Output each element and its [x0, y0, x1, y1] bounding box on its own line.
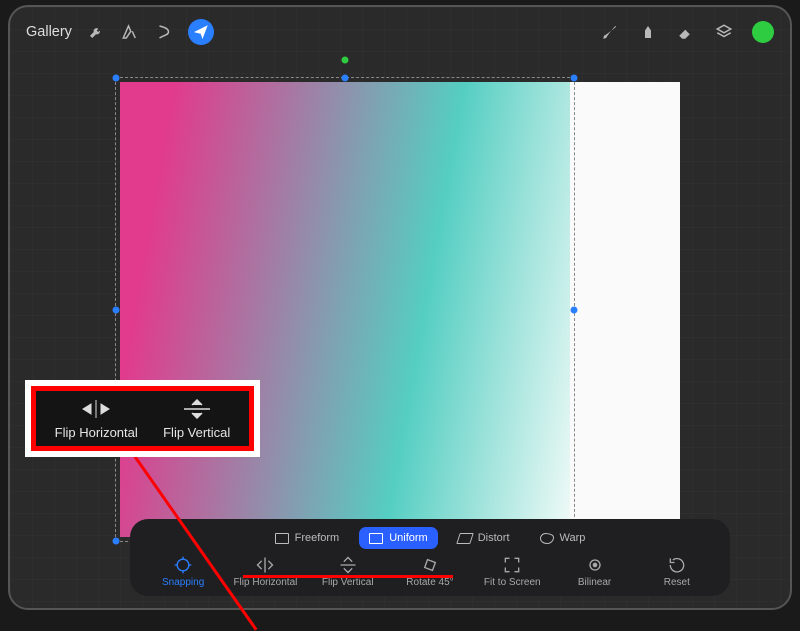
uniform-icon: [369, 533, 383, 544]
flip-horizontal-icon: [255, 557, 275, 573]
fit-to-screen-button[interactable]: Fit to Screen: [476, 557, 548, 588]
transform-panel: Freeform Uniform Distort Warp Snapping F…: [130, 519, 730, 596]
flip-horizontal-icon: [81, 399, 111, 419]
action-label: Fit to Screen: [484, 577, 541, 588]
callout-flip-horizontal: Flip Horizontal: [55, 399, 138, 440]
flip-vertical-icon: [182, 399, 212, 419]
device-frame: Gallery: [8, 5, 792, 610]
layers-icon[interactable]: [714, 22, 734, 42]
reset-button[interactable]: Reset: [641, 557, 713, 588]
mode-freeform[interactable]: Freeform: [265, 527, 350, 549]
adjust-icon[interactable]: [120, 22, 140, 42]
selection-handle[interactable]: [113, 306, 120, 313]
warp-icon: [540, 533, 554, 544]
rotation-handle[interactable]: [342, 57, 349, 64]
canvas[interactable]: [120, 82, 680, 537]
flip-vertical-icon: [338, 557, 358, 573]
bilinear-button[interactable]: Bilinear: [559, 557, 631, 588]
annotation-underline: [243, 575, 453, 578]
mode-uniform[interactable]: Uniform: [359, 527, 438, 549]
annotation-callout-inner: Flip Horizontal Flip Vertical: [31, 386, 254, 451]
selection-handle[interactable]: [113, 538, 120, 545]
gallery-button[interactable]: Gallery: [26, 24, 72, 40]
flip-vertical-button[interactable]: Flip Vertical: [312, 557, 384, 588]
mode-label: Uniform: [389, 532, 428, 544]
selection-icon[interactable]: [154, 22, 174, 42]
action-label: Flip Horizontal: [233, 577, 297, 588]
callout-label: Flip Horizontal: [55, 425, 138, 440]
action-label: Bilinear: [578, 577, 611, 588]
callout-label: Flip Vertical: [163, 425, 230, 440]
selection-handle[interactable]: [571, 75, 578, 82]
freeform-icon: [275, 533, 289, 544]
eraser-icon[interactable]: [676, 22, 696, 42]
interpolation-icon: [585, 557, 605, 573]
callout-flip-vertical: Flip Vertical: [163, 399, 230, 440]
mode-distort[interactable]: Distort: [448, 527, 520, 549]
selection-handle[interactable]: [571, 306, 578, 313]
rotate-icon: [420, 557, 440, 573]
smudge-icon[interactable]: [638, 22, 658, 42]
action-label: Flip Vertical: [322, 577, 374, 588]
reset-icon: [667, 557, 687, 573]
color-swatch[interactable]: [752, 21, 774, 43]
snapping-icon: [173, 557, 193, 573]
annotation-callout: Flip Horizontal Flip Vertical: [25, 380, 260, 457]
wrench-icon[interactable]: [86, 22, 106, 42]
action-label: Snapping: [162, 577, 204, 588]
mode-label: Warp: [560, 532, 586, 544]
mode-label: Freeform: [295, 532, 340, 544]
mode-warp[interactable]: Warp: [530, 527, 596, 549]
rotate-45-button[interactable]: Rotate 45°: [394, 557, 466, 588]
action-label: Rotate 45°: [406, 577, 453, 588]
action-label: Reset: [664, 577, 690, 588]
transform-icon[interactable]: [188, 19, 214, 45]
canvas-artwork: [120, 82, 570, 537]
selection-handle[interactable]: [342, 75, 349, 82]
flip-horizontal-button[interactable]: Flip Horizontal: [229, 557, 301, 588]
top-toolbar: Gallery: [26, 15, 774, 49]
fit-to-screen-icon: [502, 557, 522, 573]
transform-mode-row: Freeform Uniform Distort Warp: [140, 527, 720, 549]
brush-icon[interactable]: [600, 22, 620, 42]
distort-icon: [456, 533, 474, 544]
selection-handle[interactable]: [113, 75, 120, 82]
mode-label: Distort: [478, 532, 510, 544]
